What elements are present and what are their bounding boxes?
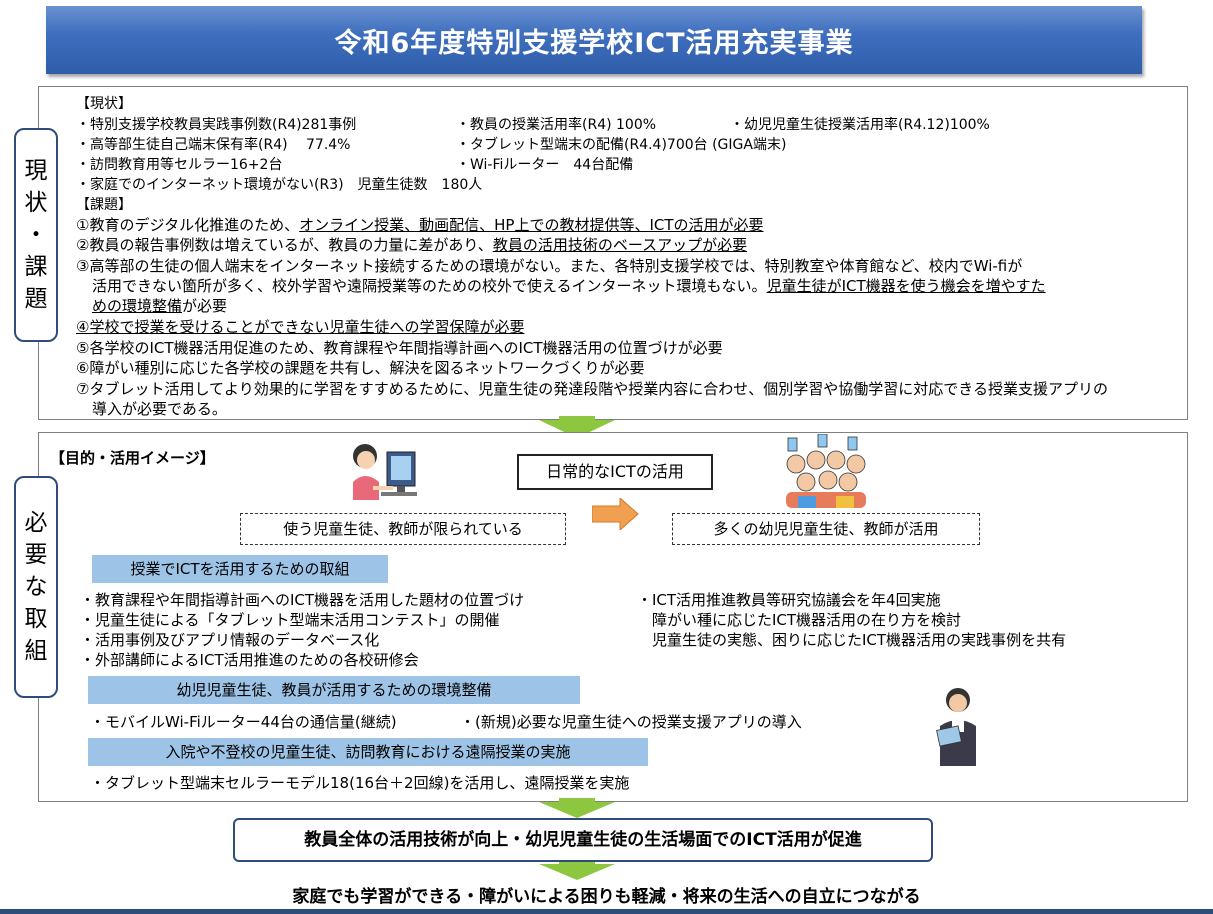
result-box: 教員全体の活用技術が向上・幼児児童生徒の生活場面でのICT活用が促進 bbox=[233, 818, 933, 862]
flow-arrow-down bbox=[539, 802, 615, 818]
flow-arrow-down bbox=[539, 864, 615, 880]
orange-right-arrow bbox=[592, 498, 639, 530]
issue-emphasis: 児童生徒がICT機器を使う機会を増やすた bbox=[766, 277, 1046, 295]
issues-heading: 【課題】 bbox=[76, 197, 132, 213]
limited-users-box: 使う児童生徒、教師が限られている bbox=[240, 513, 566, 545]
lesson-item: ・活用事例及びアプリ情報のデータベース化 bbox=[80, 631, 380, 649]
section-lessons-label: 授業でICTを活用するための取組 bbox=[92, 555, 388, 583]
status-cell: ・Wi-Fiルーター 44台配備 bbox=[456, 157, 634, 173]
issue-emphasis: ④学校で授業を受けることができない児童生徒への学習保障が必要 bbox=[76, 318, 525, 336]
side-char: 要 bbox=[24, 542, 48, 568]
environment-item: ・モバイルWi-Fiルーター44台の通信量(継続) bbox=[90, 713, 397, 731]
issue-3-line-1: ③高等部の生徒の個人端末をインターネット接続するための環境がない。また、各特別支… bbox=[76, 257, 1023, 275]
many-users-box: 多くの幼児児童生徒、教師が活用 bbox=[672, 513, 980, 545]
teacher-tablet-illustration bbox=[936, 688, 976, 766]
side-char: な bbox=[24, 574, 48, 600]
side-char: ・ bbox=[24, 222, 48, 248]
issue-3-line-2: 活用できない箇所が多く、校外学習や遠隔授業等のための校外で使えるインターネット環… bbox=[92, 276, 1046, 296]
daily-ict-box: 日常的なICTの活用 bbox=[517, 454, 713, 490]
section-environment-label: 幼児児童生徒、教員が活用するための環境整備 bbox=[88, 676, 580, 704]
lesson-item-right: 児童生徒の実態、困りに応じたICT機器活用の実践事例を共有 bbox=[637, 631, 1067, 649]
status-cell: ・家庭でのインターネット環境がない(R3) 児童生徒数 180人 bbox=[76, 177, 483, 193]
section-remote-label: 入院や不登校の児童生徒、訪問教育における遠隔授業の実施 bbox=[88, 738, 648, 766]
side-char: 状 bbox=[24, 190, 48, 216]
lesson-item: ・児童生徒による「タブレット型端末活用コンテスト」の開催 bbox=[80, 611, 500, 629]
child-computer-illustration bbox=[353, 444, 417, 500]
issue-emphasis: 教員の活用技術のベースアップが必要 bbox=[492, 236, 748, 254]
issue-emphasis: めの環境整備 bbox=[92, 297, 183, 315]
issue-7-line-2: 導入が必要である。 bbox=[92, 400, 227, 418]
bottom-rule bbox=[0, 909, 1213, 914]
status-cell: ・タブレット型端末の配備(R4.4)700台 (GIGA端末) bbox=[456, 137, 787, 153]
side-char: 現 bbox=[24, 158, 48, 184]
issue-emphasis: オンライン授業、動画配信、HP上での教材提供等、ICTの活用が必要 bbox=[299, 216, 764, 234]
issue-2: ②教員の報告事例数は増えているが、教員の力量に差があり、教員の活用技術のベースア… bbox=[76, 235, 747, 255]
side-char: 組 bbox=[24, 638, 48, 664]
lesson-item: ・教育課程や年間指導計画へのICT機器を活用した題材の位置づけ bbox=[80, 591, 525, 609]
remote-item: ・タブレット型端末セルラーモデル18(16台＋2回線)を活用し、遠隔授業を実施 bbox=[90, 774, 630, 792]
status-cell: ・特別支援学校教員実践事例数(R4)281事例 bbox=[76, 117, 357, 133]
issue-7-line-1: ⑦タブレット活用してより効果的に学習をすすめるために、児童生徒の発達段階や授業内… bbox=[76, 380, 1108, 398]
issue-text: ②教員の報告事例数は増えているが、教員の力量に差があり、 bbox=[76, 236, 493, 254]
issue-1: ①教育のデジタル化推進のため、オンライン授業、動画配信、HP上での教材提供等、I… bbox=[76, 215, 764, 235]
status-cell: ・教員の授業活用率(R4) 100% bbox=[456, 117, 657, 133]
side-char: 課 bbox=[24, 254, 48, 280]
final-outcome: 家庭でも学習ができる・障がいによる困りも軽減・将来の生活への自立につながる bbox=[292, 887, 921, 907]
lesson-item: ・外部講師によるICT活用推進のための各校研修会 bbox=[80, 651, 419, 669]
crowd-illustration bbox=[786, 434, 866, 508]
issue-4: ④学校で授業を受けることができない児童生徒への学習保障が必要 bbox=[76, 317, 524, 337]
issue-5: ⑤各学校のICT機器活用促進のため、教育課程や年間指導計画へのICT機器活用の位… bbox=[76, 339, 723, 357]
side-label-status: 現 状 ・ 課 題 bbox=[14, 128, 58, 342]
status-heading: 【現状】 bbox=[76, 96, 132, 112]
purpose-heading: 【目的・活用イメージ】 bbox=[50, 449, 215, 467]
lesson-item-right: ・ICT活用推進教員等研究協議会を年4回実施 bbox=[637, 591, 941, 609]
side-char: 題 bbox=[24, 286, 48, 312]
side-char: 取 bbox=[24, 606, 48, 632]
side-char: 必 bbox=[24, 510, 48, 536]
environment-item: ・(新規)必要な児童生徒への授業支援アプリの導入 bbox=[460, 713, 802, 731]
status-cell: ・高等部生徒自己端末保有率(R4) 77.4% bbox=[76, 137, 351, 153]
issue-text: が必要 bbox=[182, 297, 228, 315]
issue-6: ⑥障がい種別に応じた各学校の課題を共有し、解決を図るネットワークづくりが必要 bbox=[76, 359, 645, 377]
side-label-initiatives: 必 要 な 取 組 bbox=[14, 476, 58, 698]
issue-text: 活用できない箇所が多く、校外学習や遠隔授業等のための校外で使えるインターネット環… bbox=[92, 277, 767, 295]
status-cell: ・幼児児童生徒授業活用率(R4.12)100% bbox=[730, 117, 990, 133]
issue-3-line-3: めの環境整備が必要 bbox=[92, 296, 227, 316]
page-title: 令和6年度特別支援学校ICT活用充実事業 bbox=[46, 6, 1142, 74]
status-cell: ・訪問教育用等セルラー16+2台 bbox=[76, 157, 283, 173]
issue-text: ①教育のデジタル化推進のため、 bbox=[76, 216, 300, 234]
lesson-item-right: 障がい種に応じたICT機器活用の在り方を検討 bbox=[637, 611, 962, 629]
